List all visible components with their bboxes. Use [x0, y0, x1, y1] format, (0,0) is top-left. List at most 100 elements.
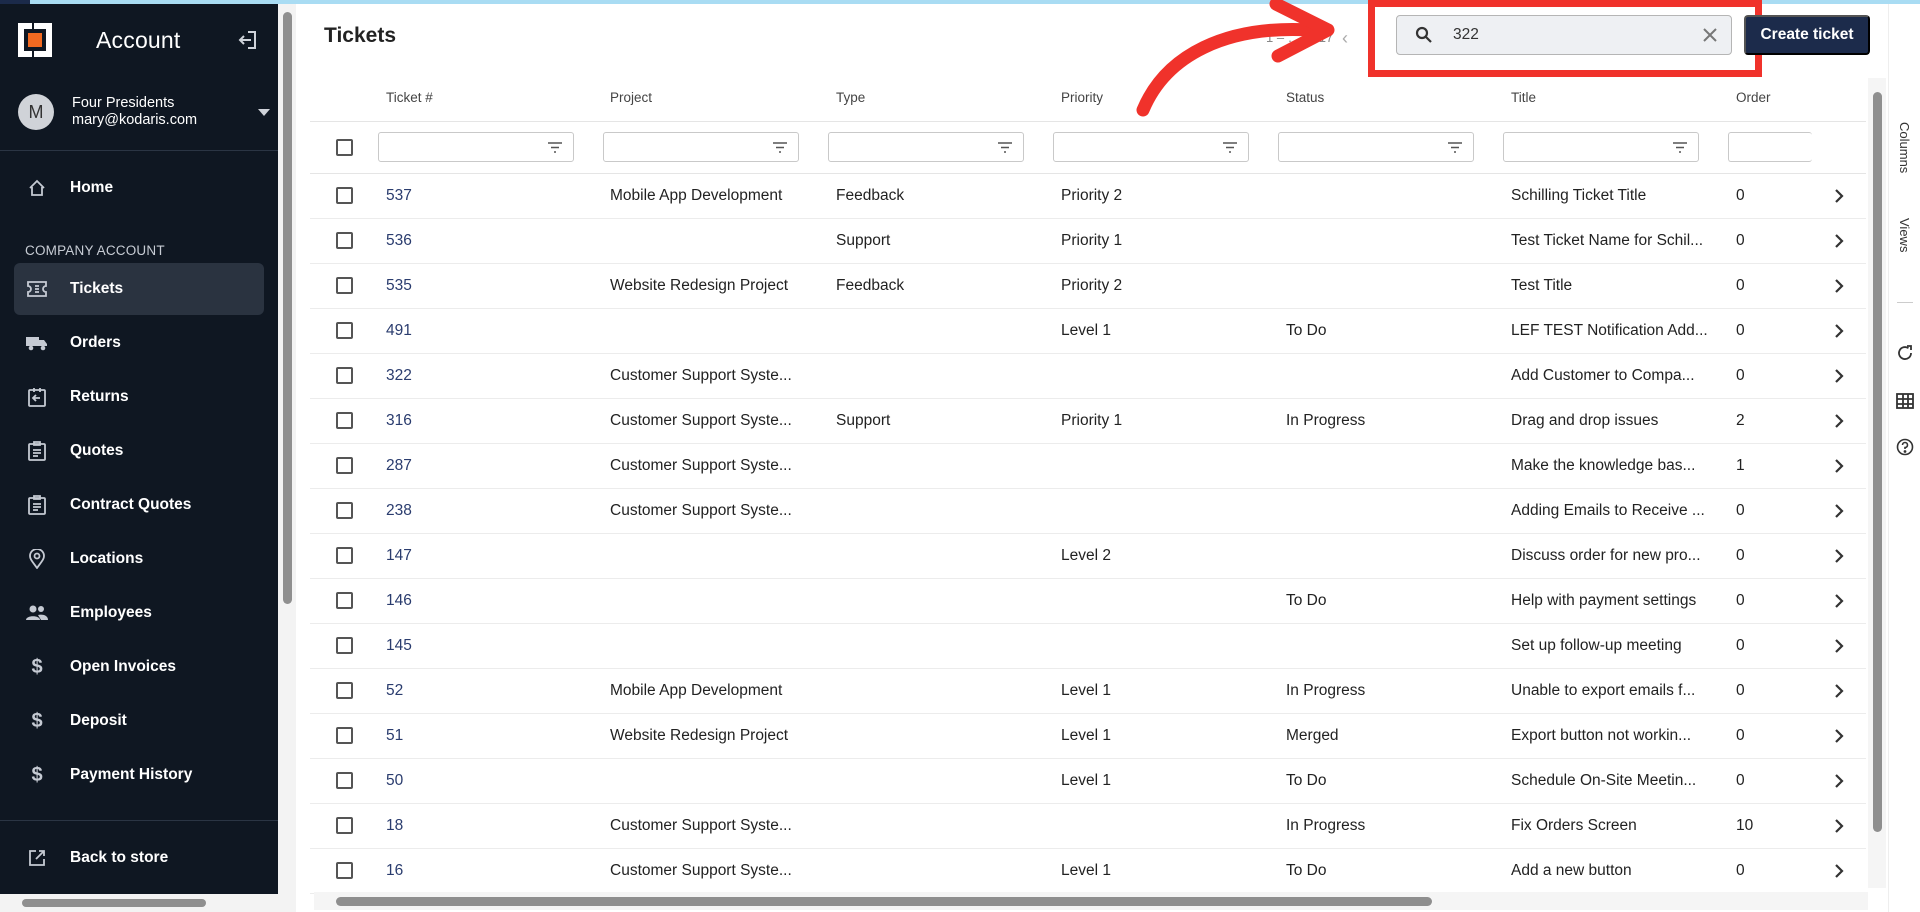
chevron-right-icon[interactable] — [1832, 772, 1846, 790]
row-checkbox[interactable] — [336, 457, 353, 474]
sidebar-item-tickets[interactable]: Tickets — [14, 263, 264, 315]
select-all-checkbox[interactable] — [336, 139, 353, 156]
row-checkbox[interactable] — [336, 637, 353, 654]
row-checkbox[interactable] — [336, 502, 353, 519]
table-row[interactable]: 18 Customer Support Syste... In Progress Fi… — [310, 804, 1866, 849]
table-row[interactable]: 238 Customer Support Syste... Adding Email… — [310, 489, 1866, 534]
table-row[interactable]: 146 To Do Help with payment settings 0 — [310, 579, 1866, 624]
row-checkbox[interactable] — [336, 232, 353, 249]
row-checkbox[interactable] — [336, 682, 353, 699]
column-header-ticket[interactable]: Ticket # — [386, 90, 433, 105]
user-menu[interactable]: M Four Presidents mary@kodaris.com — [18, 90, 274, 134]
cell-ticket[interactable]: 50 — [386, 772, 403, 790]
chevron-right-icon[interactable] — [1832, 817, 1846, 835]
table-icon[interactable] — [1896, 392, 1914, 410]
chevron-right-icon[interactable] — [1832, 727, 1846, 745]
row-checkbox[interactable] — [336, 412, 353, 429]
chevron-right-icon[interactable] — [1832, 862, 1846, 880]
collapse-sidebar-icon[interactable] — [236, 29, 258, 51]
filter-project[interactable] — [603, 132, 799, 162]
row-checkbox[interactable] — [336, 592, 353, 609]
sidebar-item-returns[interactable]: Returns — [14, 371, 264, 423]
row-checkbox[interactable] — [336, 367, 353, 384]
sidebar-item-payment-history[interactable]: $ Payment History — [14, 749, 264, 801]
cell-ticket[interactable]: 52 — [386, 682, 403, 700]
chevron-right-icon[interactable] — [1832, 187, 1846, 205]
cell-ticket[interactable]: 536 — [386, 232, 412, 250]
table-row[interactable]: 491 Level 1 To Do LEF TEST Notification Add… — [310, 309, 1866, 354]
row-checkbox[interactable] — [336, 727, 353, 744]
table-row[interactable]: 287 Customer Support Syste... Make the kno… — [310, 444, 1866, 489]
cell-ticket[interactable]: 147 — [386, 547, 412, 565]
cell-ticket[interactable]: 316 — [386, 412, 412, 430]
back-to-store-link[interactable]: Back to store — [14, 832, 264, 884]
cell-ticket[interactable]: 537 — [386, 187, 412, 205]
columns-tab[interactable]: Columns — [1897, 122, 1912, 173]
filter-status[interactable] — [1278, 132, 1474, 162]
column-header-order[interactable]: Order — [1736, 90, 1771, 105]
grid-horizontal-scrollbar-thumb[interactable] — [336, 897, 1432, 906]
chevron-left-icon[interactable]: ‹ — [1342, 28, 1348, 49]
table-row[interactable]: 316 Customer Support Syste... Support Prior… — [310, 399, 1866, 444]
row-checkbox[interactable] — [336, 187, 353, 204]
row-checkbox[interactable] — [336, 817, 353, 834]
sidebar-item-quotes[interactable]: Quotes — [14, 425, 264, 477]
refresh-icon[interactable] — [1896, 344, 1914, 362]
cell-ticket[interactable]: 145 — [386, 637, 412, 655]
table-row[interactable]: 51 Website Redesign Project Level 1 Merged E… — [310, 714, 1866, 759]
chevron-right-icon[interactable] — [1832, 277, 1846, 295]
cell-ticket[interactable]: 287 — [386, 457, 412, 475]
table-row[interactable]: 50 Level 1 To Do Schedule On-Site Meetin...… — [310, 759, 1866, 804]
chevron-right-icon[interactable] — [1832, 592, 1846, 610]
table-row[interactable]: 145 Set up follow-up meeting 0 — [310, 624, 1866, 669]
row-checkbox[interactable] — [336, 277, 353, 294]
sidebar-item-home[interactable]: Home — [14, 162, 264, 214]
chevron-right-icon[interactable] — [1832, 457, 1846, 475]
column-header-priority[interactable]: Priority — [1061, 90, 1103, 105]
help-icon[interactable] — [1896, 438, 1914, 456]
cell-ticket[interactable]: 491 — [386, 322, 412, 340]
column-header-status[interactable]: Status — [1286, 90, 1324, 105]
table-row[interactable]: 537 Mobile App Development Feedback Priorit… — [310, 174, 1866, 219]
sidebar-item-locations[interactable]: Locations — [14, 533, 264, 585]
table-row[interactable]: 147 Level 2 Discuss order for new pro... 0 — [310, 534, 1866, 579]
filter-ticket[interactable] — [378, 132, 574, 162]
column-header-project[interactable]: Project — [610, 90, 652, 105]
create-ticket-button[interactable]: Create ticket — [1744, 15, 1870, 55]
cell-ticket[interactable]: 51 — [386, 727, 403, 745]
cell-ticket[interactable]: 16 — [386, 862, 403, 880]
filter-type[interactable] — [828, 132, 1024, 162]
row-checkbox[interactable] — [336, 547, 353, 564]
table-row[interactable]: 322 Customer Support Syste... Add Customer… — [310, 354, 1866, 399]
sidebar-item-deposit[interactable]: $ Deposit — [14, 695, 264, 747]
sidebar-item-open-invoices[interactable]: $ Open Invoices — [14, 641, 264, 693]
chevron-right-icon[interactable] — [1832, 232, 1846, 250]
filter-title[interactable] — [1503, 132, 1699, 162]
cell-ticket[interactable]: 18 — [386, 817, 403, 835]
sidebar-item-orders[interactable]: Orders — [14, 317, 264, 369]
cell-ticket[interactable]: 322 — [386, 367, 412, 385]
sidebar-scrollbar-thumb[interactable] — [283, 12, 292, 604]
chevron-right-icon[interactable] — [1832, 547, 1846, 565]
row-checkbox[interactable] — [336, 862, 353, 879]
cell-ticket[interactable]: 238 — [386, 502, 412, 520]
cell-ticket[interactable]: 535 — [386, 277, 412, 295]
chevron-right-icon[interactable] — [1832, 502, 1846, 520]
row-checkbox[interactable] — [336, 322, 353, 339]
chevron-right-icon[interactable] — [1832, 322, 1846, 340]
chevron-right-icon[interactable] — [1832, 637, 1846, 655]
table-row[interactable]: 52 Mobile App Development Level 1 In Progre… — [310, 669, 1866, 714]
grid-vertical-scrollbar-thumb[interactable] — [1873, 92, 1882, 832]
table-row[interactable]: 16 Customer Support Syste... Level 1 To Do A… — [310, 849, 1866, 894]
table-row[interactable]: 535 Website Redesign Project Feedback Prior… — [310, 264, 1866, 309]
chevron-right-icon[interactable] — [1832, 412, 1846, 430]
brand[interactable]: Account — [18, 20, 181, 60]
column-header-title[interactable]: Title — [1511, 90, 1536, 105]
views-tab[interactable]: Views — [1897, 218, 1912, 252]
chevron-right-icon[interactable] — [1832, 367, 1846, 385]
filter-order[interactable] — [1728, 132, 1812, 162]
row-checkbox[interactable] — [336, 772, 353, 789]
chevron-right-icon[interactable] — [1832, 682, 1846, 700]
filter-priority[interactable] — [1053, 132, 1249, 162]
sidebar-item-contract-quotes[interactable]: Contract Quotes — [14, 479, 264, 531]
